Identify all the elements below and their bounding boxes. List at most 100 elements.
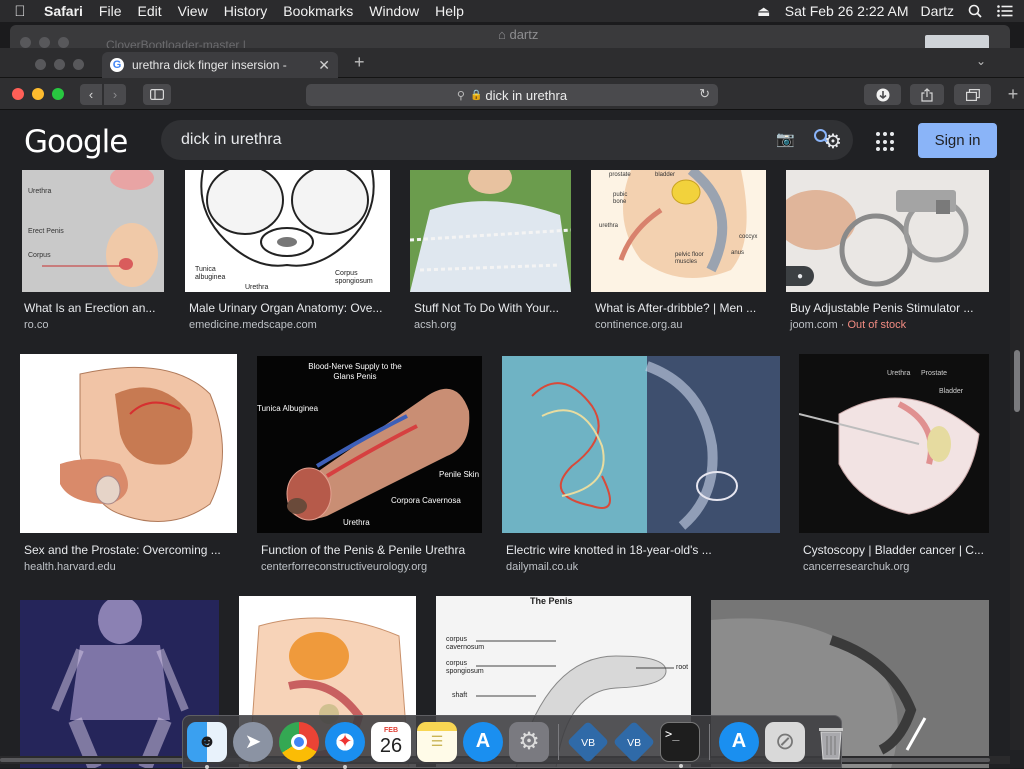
- result-title-7[interactable]: Function of the Penis & Penile Urethra: [261, 543, 483, 557]
- notes-icon[interactable]: ☰: [417, 721, 457, 762]
- safari-toolbar: ‹ › ⚲ 🔒 dick in urethra ↻ +: [0, 78, 1024, 110]
- menu-app-safari[interactable]: Safari: [40, 3, 91, 19]
- result-title-9[interactable]: Cystoscopy | Bladder cancer | C...: [803, 543, 989, 557]
- result-site-6[interactable]: health.harvard.edu: [24, 561, 116, 573]
- tab-overview-button[interactable]: [954, 84, 991, 105]
- browser-tab[interactable]: G urethra dick finger insersion - ✕: [102, 52, 338, 78]
- address-text: dick in urethra: [485, 87, 568, 103]
- result-image-7[interactable]: Blood-Nerve Supply to the Glans Penis Tu…: [257, 356, 482, 533]
- calendar-day: 26: [379, 735, 403, 757]
- result-image-4[interactable]: prostate bladder pubic bone urethra pelv…: [591, 170, 766, 292]
- menu-history[interactable]: History: [216, 3, 276, 19]
- result-site-1[interactable]: ro.co: [24, 319, 48, 331]
- result-site-3[interactable]: acsh.org: [414, 319, 456, 331]
- background-window-title: ⌂ dartz: [498, 27, 539, 42]
- menu-help[interactable]: Help: [427, 3, 472, 19]
- label-urethra-7: Urethra: [343, 518, 370, 527]
- result-image-3[interactable]: [410, 170, 571, 292]
- app-store-download-icon[interactable]: A: [719, 721, 759, 762]
- tab-title: urethra dick finger insersion -: [132, 58, 287, 72]
- forward-button[interactable]: ›: [104, 84, 126, 105]
- result-title-8[interactable]: Electric wire knotted in 18-year-old's .…: [506, 543, 780, 557]
- reload-icon[interactable]: ↻: [699, 86, 710, 102]
- result-image-9[interactable]: Urethra Prostate Bladder: [799, 354, 989, 533]
- vertical-scrollbar[interactable]: [1010, 170, 1024, 750]
- finder-icon[interactable]: ☻: [187, 721, 227, 769]
- google-apps-icon[interactable]: [876, 132, 896, 152]
- label-urethra-9: Urethra: [887, 370, 911, 377]
- zoom-window-icon[interactable]: [52, 88, 64, 100]
- tab-overview-chevron-icon[interactable]: ⌄: [976, 54, 986, 68]
- virtualbox-icon[interactable]: VB: [566, 720, 610, 763]
- result-image-2[interactable]: Tunica albuginea Urethra Corpus spongios…: [185, 170, 390, 292]
- notification-center-icon[interactable]: [996, 3, 1014, 19]
- system-preferences-icon[interactable]: ⚙: [509, 721, 549, 762]
- virtualbox-vm-icon[interactable]: VB: [612, 720, 656, 763]
- tab-close-icon[interactable]: ✕: [318, 57, 330, 74]
- app-store-icon[interactable]: A: [463, 721, 503, 762]
- label-corpus-spongiosum-12: corpus spongiosum: [446, 660, 484, 675]
- result-title-1[interactable]: What Is an Erection an...: [24, 301, 164, 315]
- background-window-controls: [20, 37, 69, 48]
- menu-bookmarks[interactable]: Bookmarks: [275, 3, 361, 19]
- result-image-1[interactable]: Erect Penis Urethra Corpus: [22, 170, 164, 292]
- eject-icon[interactable]: ⏏: [755, 3, 773, 19]
- out-of-stock-label: Out of stock: [847, 319, 907, 331]
- downloads-button[interactable]: [864, 84, 901, 105]
- menu-edit[interactable]: Edit: [129, 3, 169, 19]
- label-corpus-spongiosum: Corpus spongiosum: [335, 270, 373, 285]
- label-bladder: bladder: [655, 172, 676, 178]
- safari-icon[interactable]: ✦: [325, 721, 365, 769]
- google-logo[interactable]: Google: [24, 124, 128, 160]
- result-site-8[interactable]: dailymail.co.uk: [506, 561, 578, 573]
- result-title-5[interactable]: Buy Adjustable Penis Stimulator ...: [790, 301, 990, 315]
- sign-in-button[interactable]: Sign in: [918, 123, 997, 158]
- sidebar-icon: [150, 89, 164, 100]
- tab-bar: G urethra dick finger insersion - ✕ + ⌄: [0, 48, 1024, 78]
- menu-window[interactable]: Window: [361, 3, 427, 19]
- new-tab-button[interactable]: +: [1002, 84, 1024, 106]
- apple-icon[interactable]: : [0, 3, 40, 20]
- menu-datetime[interactable]: Sat Feb 26 2:22 AM: [785, 3, 909, 19]
- result-site-5[interactable]: joom.com · Out of stock: [790, 319, 906, 331]
- minimize-window-icon[interactable]: [32, 88, 44, 100]
- back-button[interactable]: ‹: [80, 84, 102, 105]
- result-site-4[interactable]: continence.org.au: [595, 319, 682, 331]
- result-image-6[interactable]: [20, 354, 237, 533]
- spotlight-search-icon[interactable]: [966, 3, 984, 19]
- result-title-3[interactable]: Stuff Not To Do With Your...: [414, 301, 572, 315]
- installer-icon[interactable]: ⊘: [765, 721, 805, 762]
- camera-icon[interactable]: 📷: [776, 130, 795, 148]
- chevron-left-icon: ‹: [88, 87, 94, 102]
- trash-icon[interactable]: [811, 722, 851, 762]
- result-image-8[interactable]: [502, 356, 780, 533]
- menu-bar:  Safari File Edit View History Bookmark…: [0, 0, 1024, 22]
- result-site-2[interactable]: emedicine.medscape.com: [189, 319, 317, 331]
- launchpad-icon[interactable]: ➤: [233, 721, 273, 762]
- label-prostate-9: Prostate: [921, 370, 948, 377]
- sidebar-button[interactable]: [143, 84, 171, 105]
- result-site-7[interactable]: centerforreconstructiveurology.org: [261, 561, 427, 573]
- result-title-2[interactable]: Male Urinary Organ Anatomy: Ove...: [189, 301, 391, 315]
- label-the-penis: The Penis: [530, 596, 573, 606]
- menu-user[interactable]: Dartz: [921, 3, 954, 19]
- chrome-icon[interactable]: [279, 721, 319, 769]
- label-urethra-4: urethra: [599, 223, 619, 229]
- label-blood-nerve: Blood-Nerve Supply to the Glans Penis: [308, 362, 402, 381]
- search-input[interactable]: dick in urethra 📷: [161, 120, 853, 160]
- address-bar[interactable]: ⚲ 🔒 dick in urethra ↻: [306, 84, 718, 106]
- menu-view[interactable]: View: [170, 3, 216, 19]
- new-tab-plus-icon[interactable]: +: [354, 52, 365, 73]
- terminal-icon[interactable]: >_: [660, 721, 700, 768]
- share-button[interactable]: [910, 84, 944, 105]
- result-title-4[interactable]: What is After-dribble? | Men ...: [595, 301, 767, 315]
- label-coccyx: coccyx: [739, 234, 758, 240]
- menu-file[interactable]: File: [91, 3, 130, 19]
- result-image-5[interactable]: ●: [786, 170, 989, 292]
- close-window-icon[interactable]: [12, 88, 24, 100]
- result-title-6[interactable]: Sex and the Prostate: Overcoming ...: [24, 543, 236, 557]
- result-site-9[interactable]: cancerresearchuk.org: [803, 561, 909, 573]
- settings-gear-icon[interactable]: ⚙: [824, 129, 842, 154]
- vertical-scrollbar-thumb[interactable]: [1014, 350, 1020, 412]
- calendar-icon[interactable]: FEB 26: [371, 721, 411, 762]
